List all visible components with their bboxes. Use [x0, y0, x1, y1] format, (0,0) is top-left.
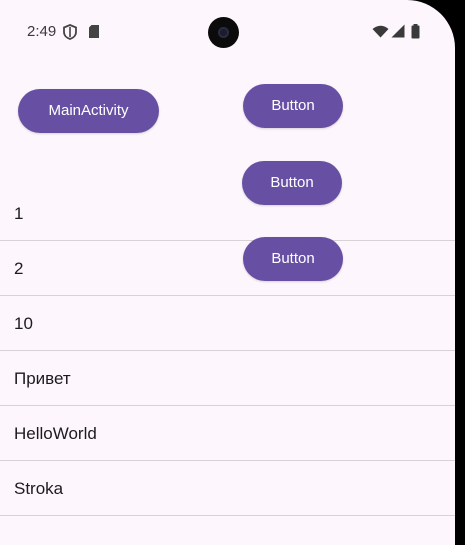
signal-icon: [391, 24, 405, 43]
status-bar: 2:49: [0, 0, 455, 64]
front-camera-icon: [208, 17, 239, 48]
list-item[interactable]: 2: [0, 241, 455, 296]
shield-icon: [63, 24, 77, 45]
button-3[interactable]: Button: [243, 237, 343, 281]
list-item[interactable]: 10: [0, 296, 455, 351]
list-item-label: Stroka: [14, 479, 64, 498]
status-time: 2:49: [27, 23, 57, 40]
list-item[interactable]: HelloWorld: [0, 406, 455, 461]
list-item-label: Привет: [14, 369, 71, 388]
device-bezel: [455, 0, 465, 545]
list-item-label: 10: [14, 314, 33, 333]
list-view[interactable]: 1 2 10 Привет HelloWorld Stroka: [0, 186, 455, 516]
list-item[interactable]: 1: [0, 186, 455, 241]
list-item[interactable]: Привет: [0, 351, 455, 406]
wifi-icon: [372, 25, 389, 43]
list-item-label: 1: [14, 204, 24, 223]
button-2[interactable]: Button: [242, 161, 342, 205]
button-1[interactable]: Button: [243, 84, 343, 128]
battery-icon: [411, 24, 420, 44]
main-activity-button[interactable]: MainActivity: [18, 89, 159, 133]
list-item-label: 2: [14, 259, 24, 278]
list-item[interactable]: Stroka: [0, 461, 455, 516]
app-screen: 2:49 MainActivity Button 1 2 10 Привет H…: [0, 0, 455, 545]
list-item-label: HelloWorld: [14, 424, 97, 443]
sd-card-icon: [88, 24, 100, 44]
